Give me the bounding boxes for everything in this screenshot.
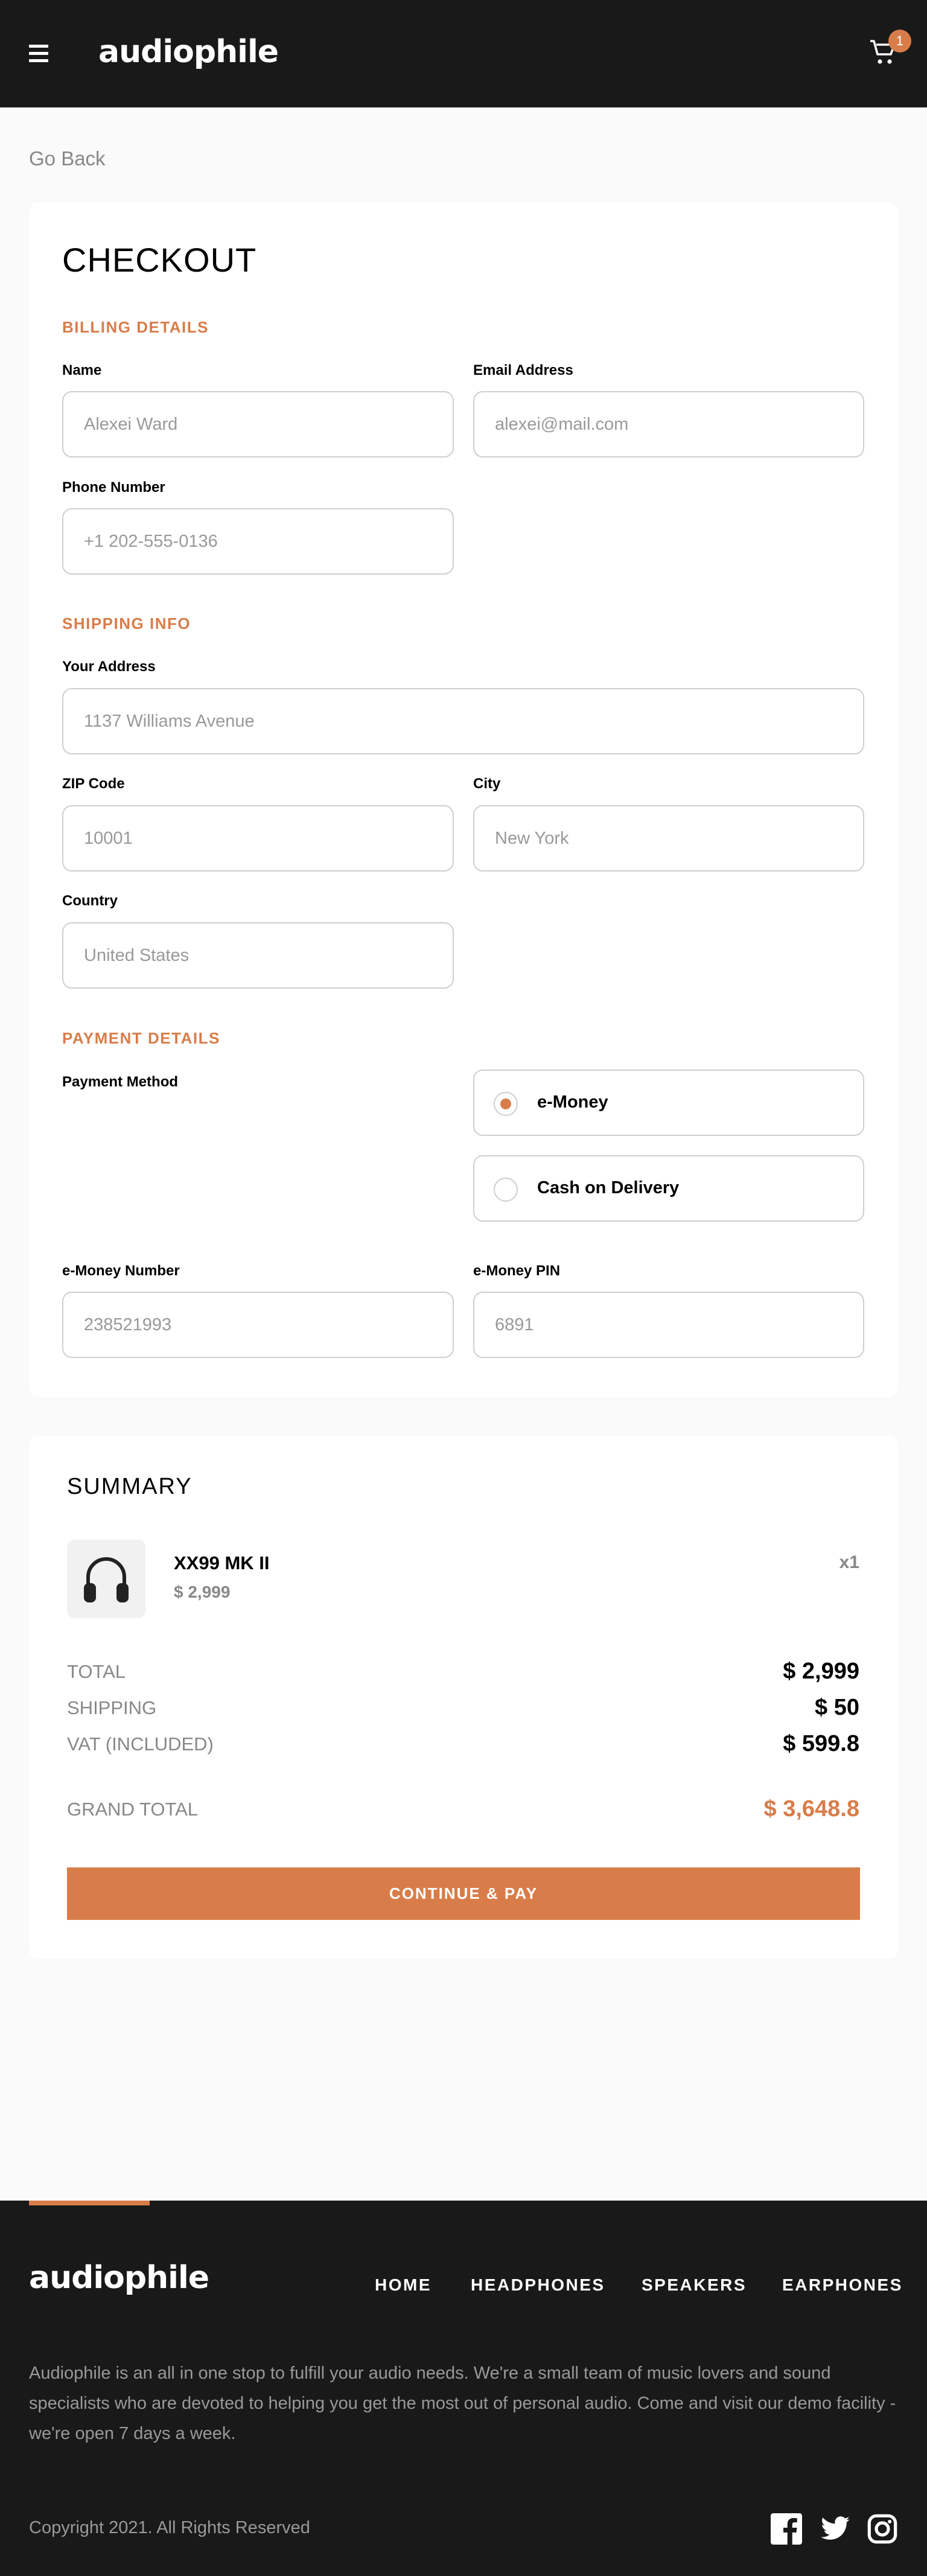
billing-section-title: BILLING DETAILS (62, 318, 209, 336)
copyright-text: Copyright 2021. All Rights Reserved (29, 2518, 310, 2537)
emoney-pin-field[interactable]: 6891 (473, 1292, 864, 1358)
facebook-icon[interactable] (771, 2513, 802, 2545)
email-field[interactable]: alexei@mail.com (473, 391, 864, 457)
footer-brand-logo[interactable]: audiophile (29, 2260, 209, 2296)
grand-total-label: GRAND TOTAL (67, 1799, 199, 1820)
footer-link-headphones[interactable]: HEADPHONES (471, 2275, 605, 2295)
phone-field[interactable]: +1 202-555-0136 (62, 508, 454, 575)
go-back-link[interactable]: Go Back (29, 147, 106, 170)
cart-count-badge: 1 (888, 30, 911, 53)
site-header: audiophile 1 (0, 0, 927, 107)
radio-selected-icon (494, 1092, 518, 1116)
radio-unselected-icon (494, 1178, 518, 1202)
city-field[interactable]: New York (473, 805, 864, 872)
grand-total-value: $ 3,648.8 (763, 1796, 859, 1822)
shipping-label: SHIPPING (67, 1697, 157, 1718)
payment-method-label: Payment Method (62, 1074, 179, 1090)
summary-item-qty: x1 (839, 1552, 859, 1572)
address-label: Your Address (62, 658, 156, 675)
zip-label: ZIP Code (62, 776, 125, 792)
email-label: Email Address (473, 362, 573, 378)
emoney-number-field[interactable]: 238521993 (62, 1292, 454, 1358)
page-title: CHECKOUT (62, 241, 257, 279)
brand-logo[interactable]: audiophile (98, 34, 279, 70)
emoney-number-label: e-Money Number (62, 1263, 180, 1279)
zip-field[interactable]: 10001 (62, 805, 454, 872)
country-field[interactable]: United States (62, 922, 454, 989)
vat-label: VAT (INCLUDED) (67, 1733, 214, 1755)
shipping-value: $ 50 (815, 1695, 859, 1720)
footer-link-speakers[interactable]: SPEAKERS (642, 2275, 747, 2295)
product-thumbnail (67, 1540, 145, 1618)
shipping-section-title: SHIPPING INFO (62, 614, 191, 633)
continue-pay-button[interactable]: CONTINUE & PAY (67, 1867, 860, 1920)
instagram-icon[interactable] (867, 2513, 898, 2545)
name-label: Name (62, 362, 102, 378)
address-field[interactable]: 1137 Williams Avenue (62, 688, 864, 754)
total-label: TOTAL (67, 1661, 126, 1682)
footer-accent-bar (29, 2201, 150, 2205)
city-label: City (473, 776, 501, 792)
emoney-pin-label: e-Money PIN (473, 1263, 561, 1279)
payment-option-cash[interactable]: Cash on Delivery (473, 1155, 864, 1222)
payment-option-label: e-Money (537, 1092, 608, 1112)
footer-link-home[interactable]: HOME (375, 2275, 432, 2295)
name-field[interactable]: Alexei Ward (62, 391, 454, 457)
twitter-icon[interactable] (820, 2513, 851, 2545)
footer-link-earphones[interactable]: EARPHONES (782, 2275, 903, 2295)
menu-icon[interactable] (29, 45, 48, 63)
site-footer: audiophile HOME HEADPHONES SPEAKERS EARP… (0, 2201, 927, 2576)
payment-option-emoney[interactable]: e-Money (473, 1070, 864, 1136)
payment-section-title: PAYMENT DETAILS (62, 1029, 220, 1047)
payment-option-label: Cash on Delivery (537, 1178, 680, 1197)
footer-about-text: Audiophile is an all in one stop to fulf… (29, 2364, 896, 2443)
summary-item-price: $ 2,999 (174, 1583, 231, 1601)
total-value: $ 2,999 (783, 1659, 859, 1684)
summary-item-name: XX99 MK II (174, 1552, 270, 1573)
country-label: Country (62, 893, 118, 909)
headphones-icon (84, 1557, 129, 1602)
summary-title: SUMMARY (67, 1474, 193, 1499)
vat-value: $ 599.8 (783, 1731, 859, 1756)
phone-label: Phone Number (62, 479, 165, 496)
